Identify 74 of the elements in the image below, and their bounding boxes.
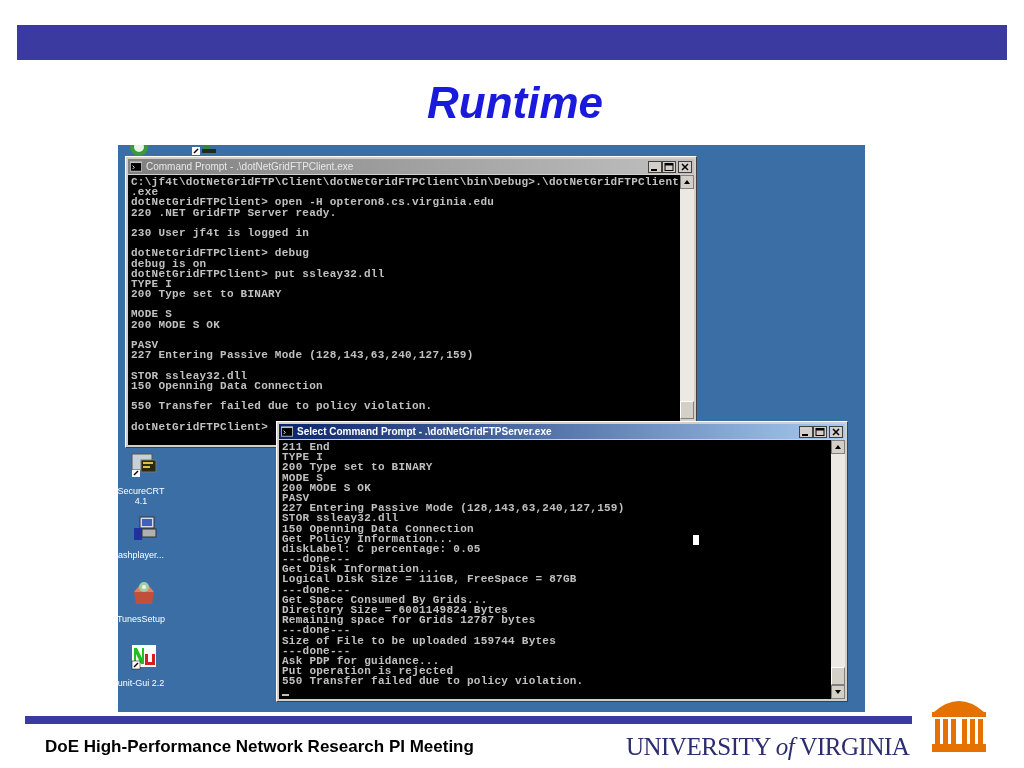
console-line: Size of File to be uploaded 159744 Bytes xyxy=(282,635,557,646)
desktop-icon-label[interactable]: SecureCRT 4.1 xyxy=(118,486,165,506)
console-line: 200 Type set to BINARY xyxy=(282,462,433,473)
console-line: Logical Disk Size = 111GB, FreeSpace = 87GB xyxy=(282,574,577,585)
scrollbar-thumb[interactable] xyxy=(831,667,845,685)
console-line: STOR ssleay32.dll xyxy=(282,513,399,524)
console-line: 211 End xyxy=(282,442,330,453)
console-line: Get Disk Information... xyxy=(282,564,440,575)
console-line: 150 Openning Data Connection xyxy=(131,380,323,391)
console-line: 200 MODE S OK xyxy=(131,319,221,330)
text-cursor xyxy=(282,694,289,696)
console-line: 200 Type set to BINARY xyxy=(131,289,282,300)
console-line: 550 Transfer failed due to policy violation. xyxy=(131,401,433,412)
console-icon xyxy=(281,426,293,437)
console-line: ---done--- xyxy=(282,554,351,565)
scroll-up-icon[interactable] xyxy=(680,175,694,189)
scrollbar-thumb[interactable] xyxy=(680,401,694,419)
console-line: TYPE I xyxy=(131,278,173,290)
desktop-icon-label[interactable]: ashplayer... xyxy=(118,550,164,560)
console-line: Get Policy Information... xyxy=(282,533,454,544)
console-line: MODE S xyxy=(282,472,324,483)
console-line: 230 User jf4t is logged in xyxy=(131,227,310,239)
console-line: Get Space Consumed By Grids... xyxy=(282,594,488,605)
console-line: dotNetGridFTPClient> debug xyxy=(131,248,310,259)
scrollbar[interactable] xyxy=(831,440,845,699)
title-bar[interactable]: Select Command Prompt - .\dotNetGridFTPServer.exe xyxy=(279,424,845,439)
package-icon[interactable] xyxy=(131,580,157,606)
close-icon[interactable] xyxy=(829,425,843,438)
scrollbar[interactable] xyxy=(680,175,694,419)
terminal-icon[interactable] xyxy=(131,452,157,478)
console-line: Remaining space for Grids 12787 bytes xyxy=(282,615,536,626)
console-line: MODE S xyxy=(131,309,173,320)
console-line: STOR ssleay32.dll xyxy=(131,370,248,381)
console-line: dotNetGridFTPClient> put ssleay32.dll xyxy=(131,268,385,279)
scroll-down-icon[interactable] xyxy=(831,685,845,699)
console-line: 550 Transfer failed due to policy violation. xyxy=(282,676,584,687)
footer-text: DoE High-Performance Network Research PI Meeting xyxy=(45,737,474,757)
console-line: ---done--- xyxy=(282,645,351,656)
maximize-icon[interactable] xyxy=(813,425,827,438)
console-line: Directory Size = 6001149824 Bytes xyxy=(282,605,509,616)
console-line: Put operation is rejected xyxy=(282,666,454,677)
desktop-icon-label[interactable]: TunesSetup xyxy=(118,614,166,624)
slide-title: Runtime xyxy=(426,77,603,128)
console-line: TYPE I xyxy=(282,452,324,463)
console-line: 220 .NET GridFTP Server ready. xyxy=(131,207,337,218)
block-cursor xyxy=(693,535,699,545)
globe-icon xyxy=(128,145,150,157)
window-title: Command Prompt - .\dotNetGridFTPClient.exe xyxy=(146,161,355,172)
console-line: C:\jf4t\dotNetGridFTP\Client\dotNetGridFTPClient\bin\Debug>.\dotNetGridFTPClient xyxy=(131,177,680,188)
minimize-icon[interactable] xyxy=(648,160,662,173)
console-line: dotNetGridFTPClient> xyxy=(131,421,269,432)
close-icon[interactable] xyxy=(678,160,692,173)
console-line: 200 MODE S OK xyxy=(282,482,372,493)
console-line: 227 Entering Passive Mode (128,143,63,240,127,159) xyxy=(131,350,474,361)
console-line: diskLabel: C percentage: 0.05 xyxy=(282,543,481,555)
desktop-icon-label[interactable]: unit-Gui 2.2 xyxy=(118,678,165,688)
console-line: .exe xyxy=(131,187,159,198)
console-line: 150 Openning Data Connection xyxy=(282,523,474,534)
console-line: debug is on xyxy=(131,258,207,269)
console-line: ---done--- xyxy=(282,625,351,636)
console-line: Ask PDP for guidance... xyxy=(282,655,440,667)
title-bar[interactable]: Command Prompt - .\dotNetGridFTPClient.exe xyxy=(128,159,694,174)
app-logo-icon[interactable] xyxy=(131,644,157,670)
console-line: 227 Entering Passive Mode (128,143,63,240,127,159) xyxy=(282,503,625,514)
maximize-icon[interactable] xyxy=(662,160,676,173)
minimize-icon[interactable] xyxy=(799,425,813,438)
console-line: dotNetGridFTPClient> open -H opteron8.cs.virginia.edu xyxy=(131,197,495,208)
console-line: ---done--- xyxy=(282,584,351,595)
console-line: PASV xyxy=(131,340,159,351)
console-line: PASV xyxy=(282,492,310,504)
console-icon xyxy=(130,161,142,172)
computer-icon[interactable] xyxy=(131,516,157,542)
scroll-up-icon[interactable] xyxy=(831,440,845,454)
window-title: Select Command Prompt - .\dotNetGridFTPServer.exe xyxy=(297,426,553,437)
